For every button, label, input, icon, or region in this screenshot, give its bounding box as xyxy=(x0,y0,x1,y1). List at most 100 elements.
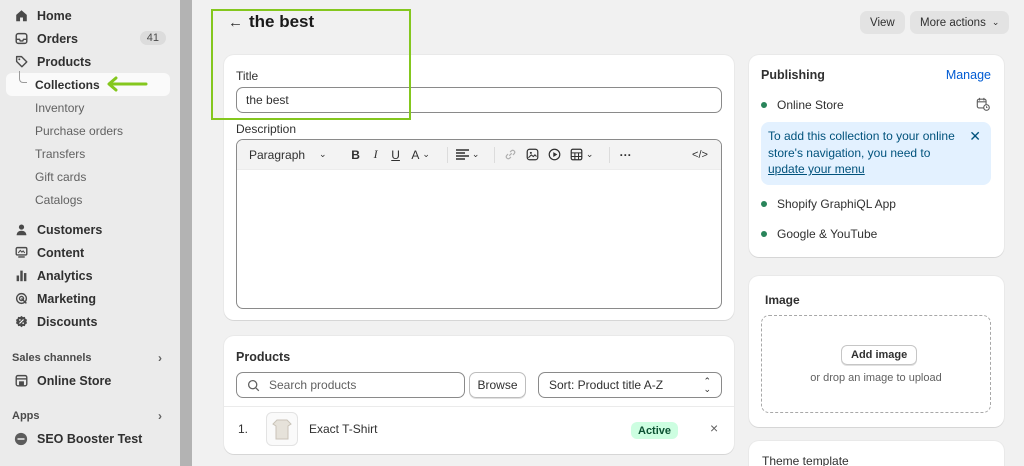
sidebar-item-label: SEO Booster Test xyxy=(37,431,143,446)
content-icon xyxy=(14,246,28,260)
published-dot xyxy=(761,231,767,237)
status-badge: Active xyxy=(631,422,679,439)
more-actions-button[interactable]: More actions ⌄ xyxy=(910,11,1010,34)
browse-button[interactable]: Browse xyxy=(469,372,526,398)
channel-graphiql: Shopify GraphiQL App xyxy=(761,197,896,211)
paragraph-format-select[interactable]: Paragraph ⌄ xyxy=(249,145,327,165)
image-drop-zone[interactable]: Add image or drop an image to upload xyxy=(761,315,991,413)
sidebar-item-content[interactable]: Content xyxy=(0,241,180,264)
editor-toolbar: Paragraph ⌄ B I U A ⌄ ⌄ ⌄ ··· </> xyxy=(237,140,721,170)
chevron-right-icon: › xyxy=(158,409,162,423)
view-button-label: View xyxy=(870,16,895,29)
sort-select[interactable]: Sort: Product title A-Z ⌃ ⌄ xyxy=(538,372,722,398)
annotation-highlight-box xyxy=(211,9,411,120)
inbox-icon xyxy=(14,32,28,46)
sidebar-item-label: Discounts xyxy=(37,314,98,329)
sidebar-item-home[interactable]: Home xyxy=(0,4,180,27)
align-left-icon[interactable]: ⌄ xyxy=(455,145,480,165)
search-icon xyxy=(247,379,260,391)
view-button[interactable]: View xyxy=(860,11,905,34)
calendar-schedule-icon[interactable] xyxy=(976,97,990,111)
theme-template-card: Theme template xyxy=(749,441,1004,466)
orders-count-badge: 41 xyxy=(139,31,166,45)
sales-channels-section[interactable]: Sales channels › xyxy=(0,347,180,369)
apps-section[interactable]: Apps › xyxy=(0,405,180,427)
publishing-card: Publishing Manage Online Store To add th… xyxy=(749,55,1004,257)
store-icon xyxy=(14,374,28,388)
publishing-title: Publishing xyxy=(761,68,825,82)
sidebar-item-label: Online Store xyxy=(37,373,112,388)
sidebar-item-label: Customers xyxy=(37,222,103,237)
more-actions-label: More actions xyxy=(920,16,986,29)
code-view-icon[interactable]: </> xyxy=(691,145,709,165)
chevron-down-icon: ⌄ xyxy=(319,149,327,159)
product-name[interactable]: Exact T-Shirt xyxy=(309,422,377,436)
bold-icon[interactable]: B xyxy=(349,145,363,165)
sidebar-item-online-store[interactable]: Online Store xyxy=(0,369,180,392)
toolbar-divider xyxy=(446,146,448,163)
update-menu-link[interactable]: update your menu xyxy=(768,162,865,176)
sidebar-scrollbar[interactable] xyxy=(180,0,192,466)
section-title-label: Sales channels xyxy=(12,352,92,364)
manage-link[interactable]: Manage xyxy=(946,68,991,82)
sidebar-item-customers[interactable]: Customers xyxy=(0,218,180,241)
image-card: Image Add image or drop an image to uplo… xyxy=(749,276,1004,427)
sort-label: Sort: Product title A-Z xyxy=(549,378,664,392)
sidebar-item-discounts[interactable]: Discounts xyxy=(0,310,180,333)
home-icon xyxy=(14,9,28,23)
description-label: Description xyxy=(236,122,297,136)
sidebar-item-label: Marketing xyxy=(37,291,97,306)
sidebar-item-seo-booster[interactable]: SEO Booster Test xyxy=(0,427,180,450)
products-card-title: Products xyxy=(236,350,291,364)
channel-online-store: Online Store xyxy=(761,98,844,112)
target-icon xyxy=(14,292,28,306)
sidebar-item-transfers[interactable]: Transfers xyxy=(0,142,180,165)
search-products-input[interactable]: Search products xyxy=(236,372,465,398)
published-dot xyxy=(761,102,767,108)
sidebar-item-purchase-orders[interactable]: Purchase orders xyxy=(0,119,180,142)
theme-template-title: Theme template xyxy=(762,454,849,466)
channel-label: Google & YouTube xyxy=(777,227,878,241)
description-text-area[interactable] xyxy=(237,170,721,308)
sidebar-item-products[interactable]: Products xyxy=(0,50,180,73)
channel-label: Online Store xyxy=(777,98,844,112)
sidebar-item-marketing[interactable]: Marketing xyxy=(0,287,180,310)
sidebar-item-orders[interactable]: Orders 41 xyxy=(0,27,180,50)
close-icon[interactable]: ✕ xyxy=(969,128,981,145)
more-options-icon[interactable]: ··· xyxy=(618,145,634,165)
pointer-arrow-icon xyxy=(107,76,148,92)
sidebar-item-catalogs[interactable]: Catalogs xyxy=(0,188,180,211)
bar-chart-icon xyxy=(14,269,28,283)
published-dot xyxy=(761,201,767,207)
chevron-down-icon: ⌄ xyxy=(991,17,1000,27)
section-title-label: Apps xyxy=(12,410,40,422)
channel-label: Shopify GraphiQL App xyxy=(777,197,896,211)
sidebar-item-collections[interactable]: Collections xyxy=(6,71,170,96)
product-thumbnail xyxy=(266,412,298,446)
sidebar: Home Orders 41 Products Collections Inve… xyxy=(0,0,180,466)
underline-icon[interactable]: U xyxy=(389,145,403,165)
banner-text: To add this collection to your online st… xyxy=(768,129,955,160)
toolbar-divider xyxy=(493,146,495,163)
sidebar-item-gift-cards[interactable]: Gift cards xyxy=(0,165,180,188)
link-icon[interactable] xyxy=(503,145,519,165)
description-editor: Paragraph ⌄ B I U A ⌄ ⌄ ⌄ ··· </> xyxy=(236,139,722,309)
sidebar-item-inventory[interactable]: Inventory xyxy=(0,96,180,119)
table-icon[interactable]: ⌄ xyxy=(569,145,595,165)
person-icon xyxy=(14,223,28,237)
sidebar-item-analytics[interactable]: Analytics xyxy=(0,264,180,287)
select-arrows-icon: ⌃ ⌄ xyxy=(703,376,711,394)
video-insert-icon[interactable] xyxy=(547,145,563,165)
italic-icon[interactable]: I xyxy=(369,145,383,165)
channel-google-youtube: Google & YouTube xyxy=(761,227,877,241)
add-image-button[interactable]: Add image xyxy=(841,345,918,365)
table-row[interactable]: 1. Exact T-Shirt Active × xyxy=(224,406,734,452)
sidebar-item-label: Products xyxy=(37,54,92,69)
image-insert-icon[interactable] xyxy=(525,145,541,165)
chevron-right-icon: › xyxy=(158,351,162,365)
tag-icon xyxy=(14,55,28,69)
text-color-icon[interactable]: A ⌄ xyxy=(409,145,433,165)
tree-branch-line xyxy=(19,71,27,83)
remove-product-icon[interactable]: × xyxy=(710,420,718,436)
browse-label: Browse xyxy=(477,378,518,392)
